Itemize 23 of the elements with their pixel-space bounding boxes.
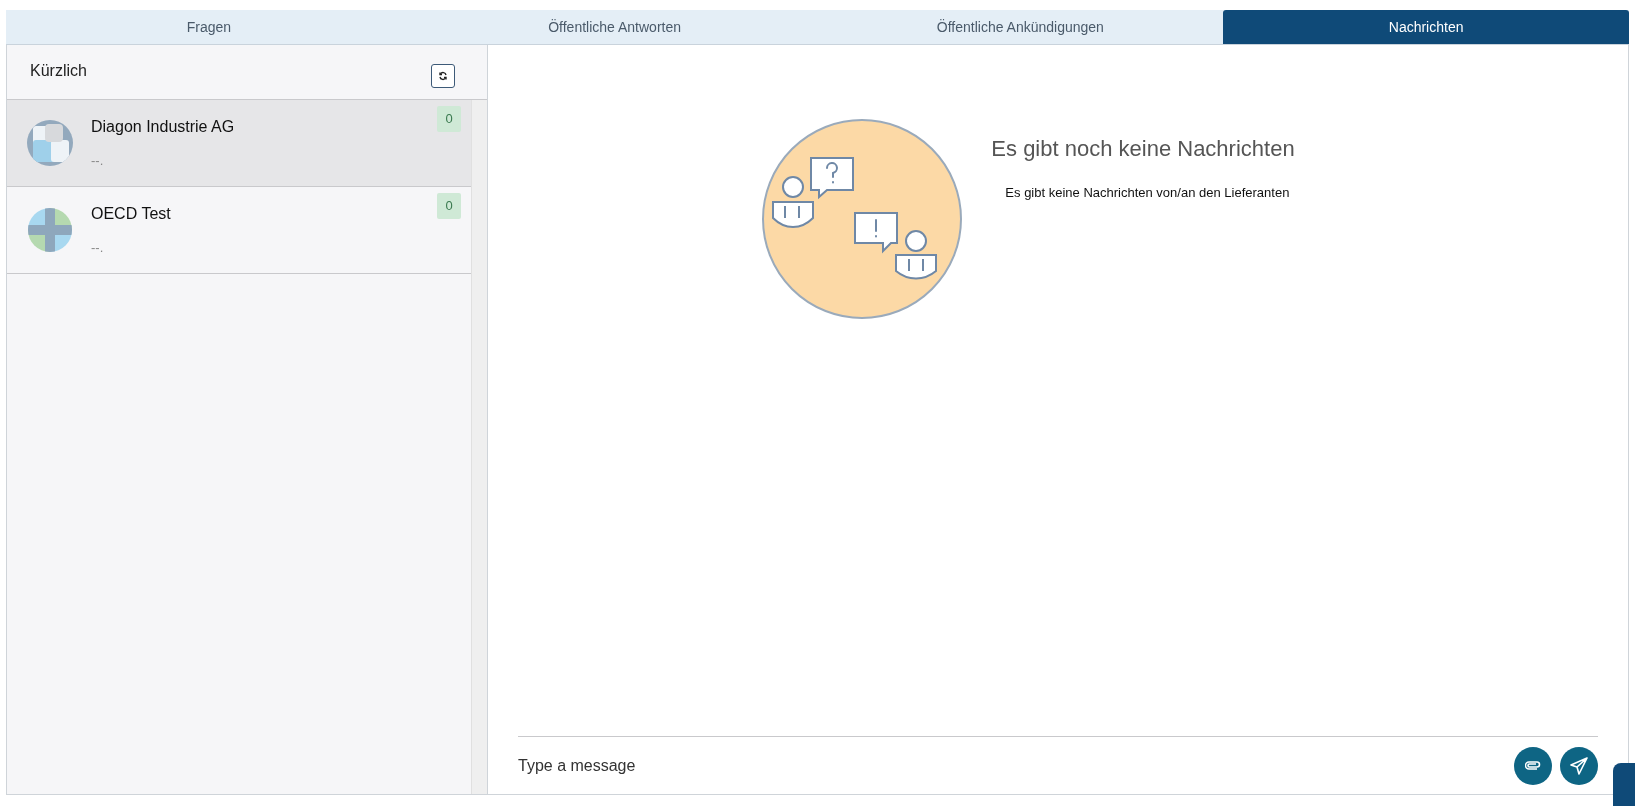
conversation-name: OECD Test — [91, 204, 171, 225]
message-input[interactable]: Type a message — [518, 753, 1514, 778]
unread-count: 0 — [437, 106, 461, 132]
empty-state-text: Es gibt keine Nachrichten von/an den Lieferanten — [1005, 184, 1291, 202]
paperclip-icon — [1525, 760, 1541, 771]
panel-title: Kürzlich — [30, 61, 87, 81]
conversation-name: Diagon Industrie AG — [91, 117, 235, 138]
conversation-item[interactable]: Diagon Industrie AG --. 0 — [7, 100, 471, 187]
avatar-icon — [27, 120, 73, 166]
tab[interactable]: Fragen — [6, 10, 412, 44]
tab[interactable]: Nachrichten — [1223, 10, 1629, 44]
unread-count: 0 — [437, 193, 461, 219]
empty-state-title: Es gibt noch keine Nachrichten — [991, 135, 1295, 163]
send-button[interactable] — [1560, 746, 1598, 785]
refresh-icon — [438, 71, 448, 81]
tab[interactable]: Öffentliche Antworten — [411, 10, 818, 44]
attach-button[interactable] — [1514, 746, 1552, 785]
conversation-preview: --. — [91, 152, 105, 171]
tab[interactable]: Öffentliche Ankündigungen — [817, 10, 1224, 44]
avatar-icon — [27, 207, 73, 253]
send-icon — [1570, 756, 1588, 775]
conversation-preview: --. — [91, 239, 105, 258]
refresh-button[interactable] — [431, 64, 455, 88]
